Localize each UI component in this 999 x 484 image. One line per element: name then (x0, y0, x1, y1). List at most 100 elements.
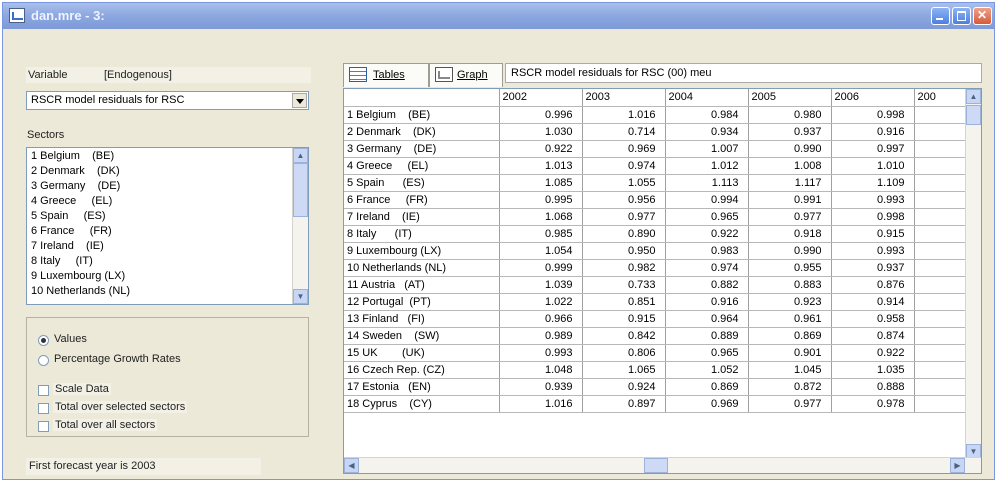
table-cell[interactable]: 1.012 (665, 157, 749, 175)
table-cell[interactable]: 0.897 (582, 395, 666, 413)
table-cell[interactable]: 0.733 (582, 276, 666, 294)
table-cell[interactable]: 0.984 (665, 106, 749, 124)
table-cell[interactable]: 0.993 (831, 242, 915, 260)
table-cell[interactable]: 0.806 (582, 344, 666, 362)
table-cell[interactable]: 0.990 (748, 242, 832, 260)
table-cell[interactable]: 0.851 (582, 293, 666, 311)
column-header[interactable]: 2006 (831, 89, 915, 107)
table-cell[interactable] (914, 106, 968, 124)
row-header[interactable]: 18 Cyprus (CY) (344, 395, 500, 413)
row-header[interactable]: 14 Sweden (SW) (344, 327, 500, 345)
table-cell[interactable]: 0.876 (831, 276, 915, 294)
grid-horizontal-scrollbar[interactable]: ◀ ▶ (344, 457, 981, 473)
table-cell[interactable]: 1.013 (499, 157, 583, 175)
row-header[interactable]: 2 Denmark (DK) (344, 123, 500, 141)
table-cell[interactable]: 0.922 (665, 225, 749, 243)
table-cell[interactable]: 0.990 (748, 140, 832, 158)
table-cell[interactable] (914, 361, 968, 379)
row-header[interactable]: 12 Portugal (PT) (344, 293, 500, 311)
table-cell[interactable]: 0.989 (499, 327, 583, 345)
table-cell[interactable]: 0.977 (748, 395, 832, 413)
table-cell[interactable]: 1.117 (748, 174, 832, 192)
table-cell[interactable]: 0.977 (748, 208, 832, 226)
table-cell[interactable]: 1.113 (665, 174, 749, 192)
table-cell[interactable] (914, 225, 968, 243)
tab-graph[interactable]: Graph (429, 63, 503, 87)
table-cell[interactable]: 0.994 (665, 191, 749, 209)
column-header[interactable]: 2005 (748, 89, 832, 107)
table-cell[interactable] (914, 242, 968, 260)
data-grid[interactable]: 2002 2003 2004 2005 2006 200 1 Belgium (BE) 0.9… (343, 88, 982, 474)
sector-list-item[interactable]: 4 Greece (EL) (31, 195, 112, 207)
table-cell[interactable] (914, 344, 968, 362)
table-cell[interactable]: 0.956 (582, 191, 666, 209)
table-cell[interactable] (914, 259, 968, 277)
scroll-up-icon[interactable]: ▲ (966, 89, 981, 104)
table-cell[interactable]: 0.996 (499, 106, 583, 124)
table-cell[interactable]: 1.016 (582, 106, 666, 124)
table-cell[interactable]: 0.872 (748, 378, 832, 396)
table-cell[interactable]: 0.901 (748, 344, 832, 362)
table-cell[interactable]: 0.993 (831, 191, 915, 209)
table-cell[interactable]: 0.890 (582, 225, 666, 243)
table-cell[interactable]: 0.714 (582, 123, 666, 141)
table-cell[interactable]: 1.007 (665, 140, 749, 158)
table-cell[interactable]: 1.022 (499, 293, 583, 311)
table-cell[interactable]: 1.065 (582, 361, 666, 379)
sector-list-item[interactable]: 8 Italy (IT) (31, 255, 93, 267)
table-cell[interactable]: 0.950 (582, 242, 666, 260)
sectors-scrollbar[interactable]: ▲ ▼ (292, 148, 308, 304)
row-header[interactable]: 1 Belgium (BE) (344, 106, 500, 124)
table-cell[interactable]: 0.995 (499, 191, 583, 209)
table-cell[interactable] (914, 327, 968, 345)
table-cell[interactable]: 0.874 (831, 327, 915, 345)
column-header[interactable]: 200 (914, 89, 968, 107)
row-header[interactable]: 6 France (FR) (344, 191, 500, 209)
table-cell[interactable]: 0.985 (499, 225, 583, 243)
table-cell[interactable]: 1.030 (499, 123, 583, 141)
table-cell[interactable]: 0.998 (831, 208, 915, 226)
table-cell[interactable]: 0.974 (582, 157, 666, 175)
column-header[interactable]: 2002 (499, 89, 583, 107)
row-header[interactable]: 17 Estonia (EN) (344, 378, 500, 396)
table-cell[interactable]: 0.974 (665, 259, 749, 277)
row-header[interactable]: 15 UK (UK) (344, 344, 500, 362)
table-cell[interactable]: 0.965 (665, 208, 749, 226)
table-cell[interactable]: 1.010 (831, 157, 915, 175)
table-cell[interactable]: 0.923 (748, 293, 832, 311)
table-cell[interactable]: 0.991 (748, 191, 832, 209)
table-cell[interactable]: 0.869 (748, 327, 832, 345)
table-cell[interactable]: 1.039 (499, 276, 583, 294)
table-cell[interactable]: 0.966 (499, 310, 583, 328)
table-cell[interactable]: 0.969 (582, 140, 666, 158)
values-radio[interactable] (38, 335, 49, 346)
growth-rates-radio[interactable] (38, 355, 49, 366)
table-cell[interactable] (914, 174, 968, 192)
table-cell[interactable]: 0.997 (831, 140, 915, 158)
table-cell[interactable]: 1.008 (748, 157, 832, 175)
close-button[interactable] (973, 7, 992, 25)
table-cell[interactable]: 1.109 (831, 174, 915, 192)
table-cell[interactable] (914, 157, 968, 175)
table-cell[interactable]: 0.915 (582, 310, 666, 328)
total-all-checkbox[interactable] (38, 421, 49, 432)
table-cell[interactable]: 0.983 (665, 242, 749, 260)
scroll-thumb[interactable] (644, 458, 668, 473)
grid-vertical-scrollbar[interactable]: ▲ ▼ (965, 89, 981, 459)
column-header[interactable]: 2003 (582, 89, 666, 107)
row-header[interactable]: 16 Czech Rep. (CZ) (344, 361, 500, 379)
table-cell[interactable]: 1.016 (499, 395, 583, 413)
scroll-left-icon[interactable]: ◀ (344, 458, 359, 473)
table-cell[interactable]: 0.918 (748, 225, 832, 243)
row-header[interactable]: 9 Luxembourg (LX) (344, 242, 500, 260)
table-cell[interactable]: 0.842 (582, 327, 666, 345)
table-cell[interactable] (914, 123, 968, 141)
table-cell[interactable]: 0.937 (831, 259, 915, 277)
row-header[interactable]: 10 Netherlands (NL) (344, 259, 500, 277)
table-cell[interactable]: 0.982 (582, 259, 666, 277)
column-header[interactable]: 2004 (665, 89, 749, 107)
scroll-up-icon[interactable]: ▲ (293, 148, 308, 163)
sector-list-item[interactable]: 9 Luxembourg (LX) (31, 270, 125, 282)
table-cell[interactable] (914, 208, 968, 226)
sectors-list[interactable]: 1 Belgium (BE) 2 Denmark (DK) 3 Germany (D… (26, 147, 309, 305)
